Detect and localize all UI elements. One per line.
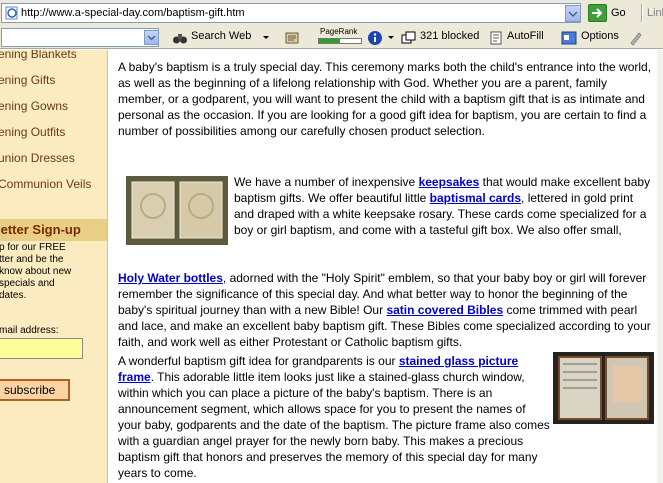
sidebar-item-christening-outfits[interactable]: ening Outfits	[0, 125, 65, 139]
highlighter-icon[interactable]	[628, 30, 644, 46]
gifts-paragraph: We have a number of inexpensive keepsake…	[234, 174, 654, 238]
text-run: A wonderful baptism gift idea for grandp…	[118, 354, 399, 368]
baptismal-cards-link[interactable]: baptismal cards	[430, 191, 521, 205]
links-button[interactable]: Links	[647, 7, 663, 19]
search-web-button[interactable]: Search Web	[191, 30, 251, 42]
newsletter-text-line: p for our FREE	[0, 242, 66, 253]
google-toolbar: Search Web PageRank 321 blocked AutoFill…	[0, 26, 663, 49]
address-input[interactable]: http://www.a-special-day.com/baptism-gif…	[1, 3, 581, 23]
popups-blocked-count[interactable]: 321 blocked	[420, 30, 479, 42]
email-field[interactable]	[0, 338, 83, 359]
toolbar-search-input[interactable]	[1, 28, 159, 47]
toolbar-separator	[641, 4, 643, 22]
newsletter-text-line: specials and	[0, 278, 55, 289]
info-icon[interactable]	[367, 30, 383, 46]
chevron-down-icon	[147, 35, 156, 41]
sidebar-item-christening-blankets[interactable]: ening Blankets	[0, 50, 77, 61]
sidebar: ening Blankets ening Gifts ening Gowns e…	[0, 50, 108, 483]
autofill-icon[interactable]	[488, 30, 504, 46]
holy-water-bottles-link[interactable]: Holy Water bottles	[118, 271, 223, 285]
pagerank-bar	[318, 38, 362, 44]
popup-blocker-icon[interactable]	[401, 30, 417, 46]
options-button[interactable]: Options	[581, 30, 619, 42]
info-caret-icon[interactable]	[388, 36, 394, 39]
stained-glass-frame-image	[553, 352, 654, 424]
news-icon[interactable]	[284, 30, 300, 46]
text-run: We have a number of inexpensive	[234, 175, 419, 189]
go-label[interactable]: Go	[611, 7, 626, 19]
pagerank-fill	[319, 39, 340, 43]
autofill-button[interactable]: AutoFill	[507, 30, 544, 42]
go-button[interactable]	[588, 4, 607, 22]
baptismal-cards-image	[126, 176, 228, 245]
vertical-scrollbar[interactable]	[657, 50, 663, 483]
chevron-down-icon	[568, 11, 578, 18]
sidebar-item-christening-gifts[interactable]: ening Gifts	[0, 73, 55, 87]
newsletter-text-line: know about new	[0, 266, 72, 277]
newsletter-text-line: dates.	[0, 290, 27, 301]
subscribe-button[interactable]: subscribe	[0, 379, 70, 401]
address-bar-row: http://www.a-special-day.com/baptism-gif…	[0, 0, 663, 26]
newsletter-heading-text: letter Sign-up	[0, 222, 81, 237]
satin-bibles-link[interactable]: satin covered Bibles	[386, 303, 503, 317]
pagerank-label: PageRank	[320, 27, 358, 36]
gifts-paragraph-continued: Holy Water bottles, adorned with the "Ho…	[118, 270, 658, 350]
ie-page-icon	[5, 6, 18, 20]
newsletter-text-line: tter and be the	[0, 254, 64, 265]
binoculars-icon[interactable]	[172, 30, 188, 46]
sidebar-item-christening-gowns[interactable]: ening Gowns	[0, 99, 68, 113]
address-url: http://www.a-special-day.com/baptism-gif…	[21, 7, 245, 19]
sidebar-item-communion-dresses[interactable]: union Dresses	[0, 151, 75, 165]
intro-paragraph: A baby's baptism is a truly special day.…	[118, 60, 652, 138]
address-dropdown-button[interactable]	[565, 5, 581, 22]
options-icon[interactable]	[561, 30, 577, 46]
newsletter-heading: letter Sign-up	[0, 219, 107, 241]
search-history-dropdown[interactable]	[144, 30, 159, 45]
frame-paragraph: A wonderful baptism gift idea for grandp…	[118, 353, 550, 481]
text-run: . This adorable little item looks just l…	[118, 370, 550, 480]
email-label: mail address:	[0, 325, 59, 336]
keepsakes-link[interactable]: keepsakes	[419, 175, 480, 189]
search-web-caret-icon[interactable]	[263, 36, 269, 39]
arrow-right-icon	[592, 8, 603, 18]
sidebar-item-communion-veils[interactable]: Communion Veils	[0, 177, 91, 191]
